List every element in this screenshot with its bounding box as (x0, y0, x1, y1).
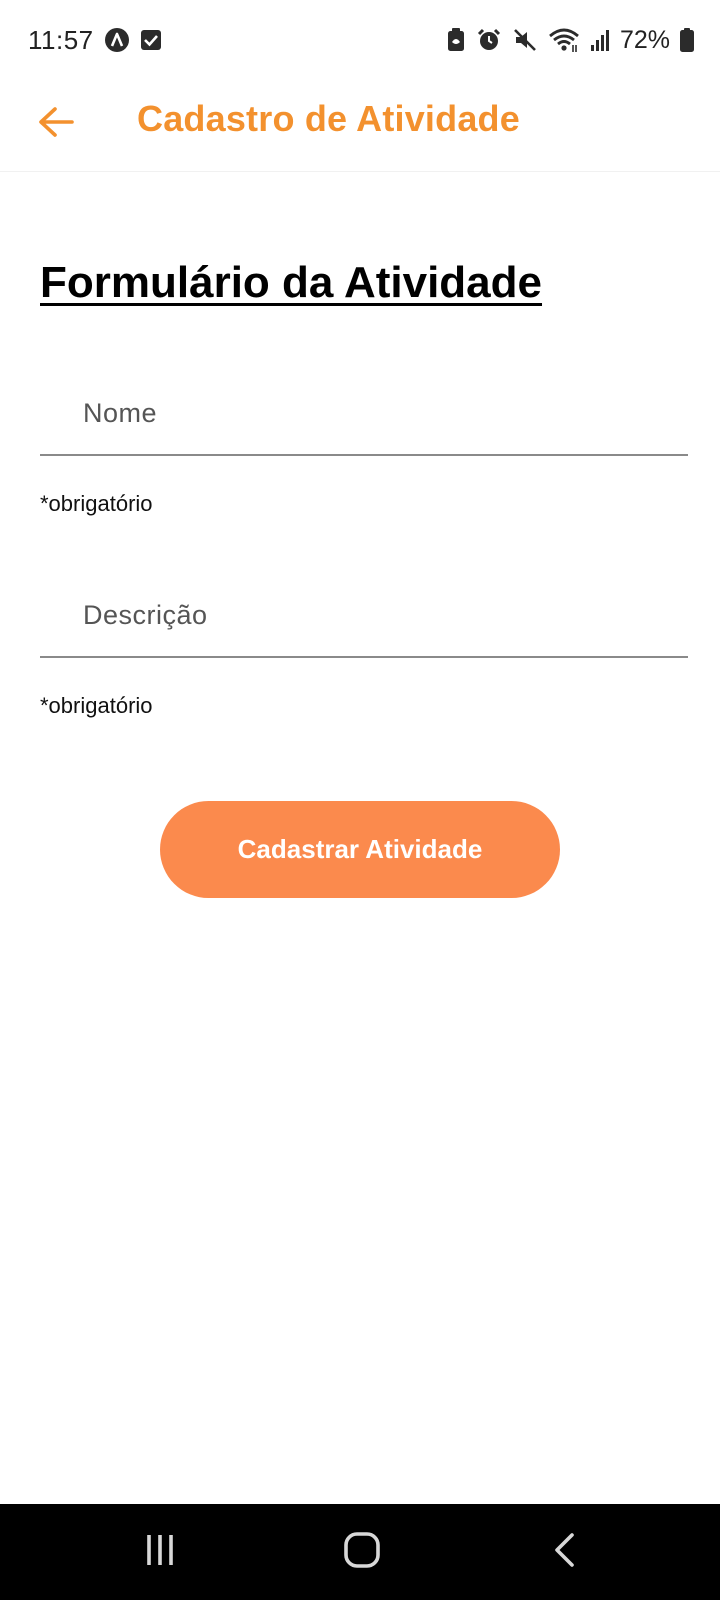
battery-icon (680, 28, 694, 52)
nome-input[interactable] (40, 376, 688, 454)
alarm-icon (476, 27, 502, 53)
nome-required-hint: *obrigatório (40, 491, 153, 516)
status-left: 11:57 (28, 25, 162, 56)
form-heading: Formulário da Atividade (40, 258, 543, 307)
mute-icon (512, 27, 538, 53)
descricao-input[interactable] (40, 578, 688, 656)
cadastrar-atividade-button[interactable]: Cadastrar Atividade (160, 801, 560, 898)
wifi-icon (548, 27, 580, 53)
nome-field[interactable] (40, 376, 688, 456)
status-bar: 11:57 72% (0, 0, 720, 80)
arrow-back-icon (38, 106, 74, 143)
back-button[interactable] (26, 94, 86, 154)
status-right: 72% (446, 26, 694, 55)
checkbox-notification-icon (140, 29, 162, 51)
signal-icon (590, 28, 610, 52)
battery-saver-icon (446, 27, 466, 53)
back-icon (552, 1532, 576, 1573)
app-title: Cadastro de Atividade (137, 98, 520, 139)
navigation-bar (0, 1504, 720, 1600)
screen: 11:57 72% Cadastro de Atividade Formulár… (0, 0, 720, 1600)
descricao-field[interactable] (40, 578, 688, 658)
recents-button[interactable] (130, 1522, 190, 1582)
descricao-required-hint: *obrigatório (40, 693, 153, 718)
recents-icon (143, 1533, 177, 1572)
battery-percentage: 72% (619, 25, 670, 54)
home-icon (343, 1531, 381, 1574)
status-time: 11:57 (28, 24, 94, 55)
app-bar: Cadastro de Atividade (0, 80, 720, 172)
home-button[interactable] (332, 1522, 392, 1582)
system-back-button[interactable] (534, 1522, 594, 1582)
app-notification-icon (104, 27, 130, 53)
